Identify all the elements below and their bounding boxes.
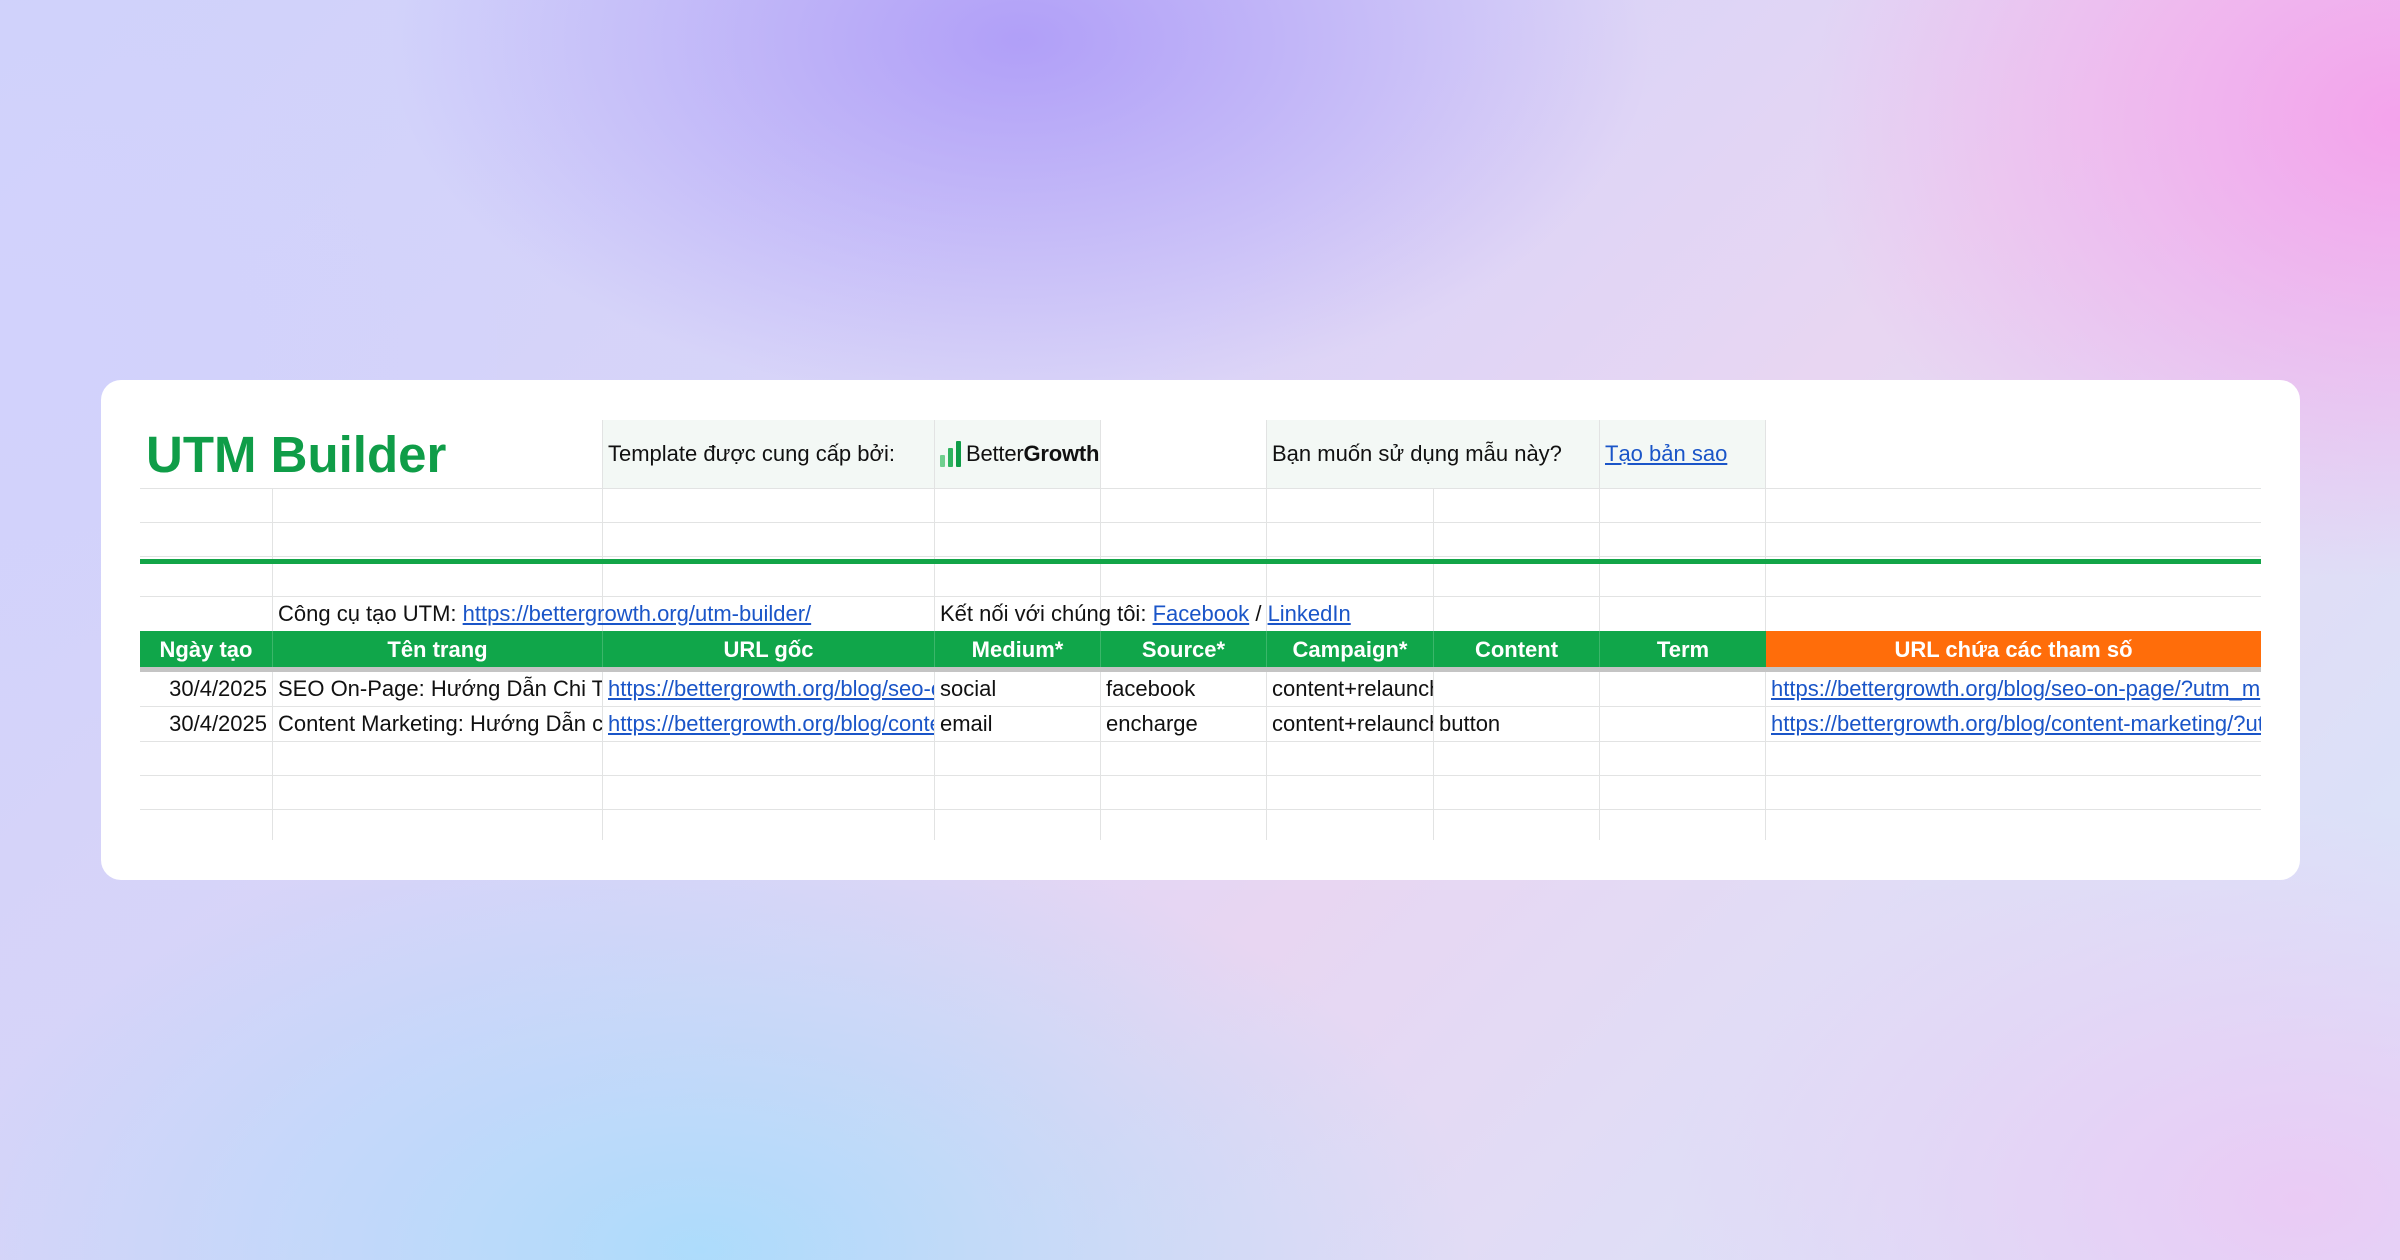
link-separator: /: [1255, 601, 1262, 626]
template-by-label: Template được cung cấp bởi:: [608, 441, 895, 466]
tool-link-cell[interactable]: Công cụ tạo UTM: https://bettergrowth.or…: [273, 597, 811, 631]
header-date[interactable]: Ngày tạo: [140, 631, 273, 668]
row-campaign-cell[interactable]: content+relaunch: [1267, 672, 1433, 706]
make-copy-link[interactable]: Tạo bản sao: [1605, 441, 1727, 467]
row-content-cell[interactable]: button: [1434, 707, 1599, 741]
spreadsheet-grid: Template được cung cấp bởi: BetterGrowth…: [140, 420, 2261, 840]
grid-row-line: [140, 522, 2261, 523]
header-source[interactable]: Source*: [1101, 631, 1267, 668]
brand-wordmark: BetterGrowth: [966, 441, 1100, 466]
grid-col-line: [602, 420, 603, 840]
row-page-name-cell[interactable]: Content Marketing: Hướng Dẫn c: [273, 707, 602, 741]
page-title: UTM Builder: [146, 425, 447, 483]
row-term-cell[interactable]: [1600, 672, 1765, 706]
linkedin-link[interactable]: LinkedIn: [1268, 601, 1351, 627]
row-source-cell[interactable]: facebook: [1101, 672, 1266, 706]
row-date-cell[interactable]: 30/4/2025: [140, 672, 272, 706]
copy-link-cell[interactable]: Tạo bản sao: [1600, 420, 1765, 488]
row-source-cell[interactable]: encharge: [1101, 707, 1266, 741]
bettergrowth-logo: BetterGrowth: [940, 441, 1099, 467]
row-source-url-cell[interactable]: https://bettergrowth.org/blog/seo-o: [603, 672, 934, 706]
copy-prompt-cell[interactable]: Bạn muốn sử dụng mẫu này?: [1267, 420, 1599, 488]
grid-row-line: [140, 556, 2261, 557]
header-term[interactable]: Term: [1600, 631, 1766, 668]
tagged-url-link[interactable]: https://bettergrowth.org/blog/seo-on-pag…: [1771, 676, 2260, 702]
header-campaign[interactable]: Campaign*: [1267, 631, 1434, 668]
tagged-url-link[interactable]: https://bettergrowth.org/blog/content-ma…: [1771, 711, 2261, 737]
template-by-cell[interactable]: Template được cung cấp bởi:: [603, 420, 934, 488]
header-page-name[interactable]: Tên trang: [273, 631, 603, 668]
tool-label: Công cụ tạo UTM:: [278, 601, 457, 626]
bar-growth-icon: [940, 441, 961, 467]
source-url-link[interactable]: https://bettergrowth.org/blog/seo-o: [608, 676, 934, 702]
grid-row-line: [140, 775, 2261, 776]
spreadsheet-card: Template được cung cấp bởi: BetterGrowth…: [101, 380, 2300, 880]
brand-logo-cell[interactable]: BetterGrowth: [935, 420, 1100, 488]
grid-row-line: [140, 809, 2261, 810]
grid-row-line: [140, 488, 2261, 489]
row-date-cell[interactable]: 30/4/2025: [140, 707, 272, 741]
header-content[interactable]: Content: [1434, 631, 1600, 668]
utm-builder-link[interactable]: https://bettergrowth.org/utm-builder/: [463, 601, 812, 627]
header-medium[interactable]: Medium*: [935, 631, 1101, 668]
row-page-name-cell[interactable]: SEO On-Page: Hướng Dẫn Chi T: [273, 672, 602, 706]
grid-row-line: [140, 741, 2261, 742]
row-tagged-url-cell[interactable]: https://bettergrowth.org/blog/seo-on-pag…: [1766, 672, 2261, 706]
grid-col-line: [1599, 420, 1600, 840]
facebook-link[interactable]: Facebook: [1153, 601, 1250, 627]
green-divider: [140, 559, 2261, 564]
connect-label: Kết nối với chúng tôi:: [940, 601, 1147, 626]
source-url-link[interactable]: https://bettergrowth.org/blog/conte: [608, 711, 934, 737]
header-tagged-url[interactable]: URL chứa các tham số: [1766, 631, 2261, 668]
copy-prompt-text: Bạn muốn sử dụng mẫu này?: [1272, 441, 1562, 466]
header-source-url[interactable]: URL gốc: [603, 631, 935, 668]
row-source-url-cell[interactable]: https://bettergrowth.org/blog/conte: [603, 707, 934, 741]
connect-cell[interactable]: Kết nối với chúng tôi: Facebook / Linked…: [935, 597, 1355, 631]
grid-col-line: [1765, 420, 1766, 840]
row-campaign-cell[interactable]: content+relaunch: [1267, 707, 1433, 741]
row-tagged-url-cell[interactable]: https://bettergrowth.org/blog/content-ma…: [1766, 707, 2261, 741]
row-medium-cell[interactable]: email: [935, 707, 1100, 741]
row-content-cell[interactable]: [1434, 672, 1599, 706]
row-medium-cell[interactable]: social: [935, 672, 1100, 706]
row-term-cell[interactable]: [1600, 707, 1765, 741]
